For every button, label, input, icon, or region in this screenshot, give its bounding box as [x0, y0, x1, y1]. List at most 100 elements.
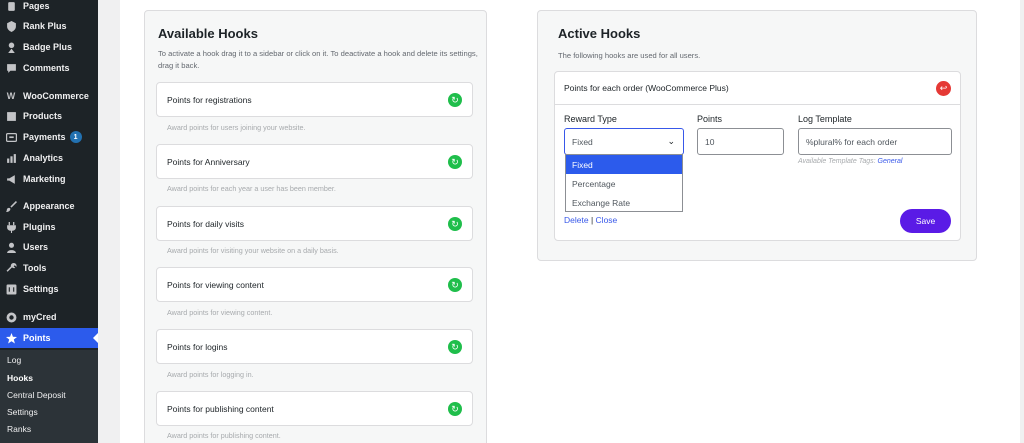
hook-item[interactable]: Points for publishing content ↻: [156, 391, 473, 426]
activate-icon[interactable]: ↻: [448, 402, 462, 416]
menu-item-appearance[interactable]: Appearance: [0, 196, 98, 216]
menu-item-plugins[interactable]: Plugins: [0, 217, 98, 237]
products-icon: [5, 110, 17, 122]
hook-label: Points for logins: [167, 341, 228, 352]
hook-item[interactable]: Points for logins ↻: [156, 329, 473, 364]
menu-label: Users: [23, 242, 49, 252]
menu-label: Tools: [23, 263, 47, 273]
submenu-log[interactable]: Log: [7, 355, 21, 365]
reward-type-dropdown: Fixed Percentage Exchange Rate: [565, 154, 683, 212]
hook-label: Points for Anniversary: [167, 156, 250, 167]
hook-item[interactable]: Points for registrations ↻: [156, 82, 473, 117]
menu-label: Badge Plus: [23, 42, 73, 52]
menu-item-points[interactable]: Points: [0, 328, 98, 348]
hook-description: Award points for users joining your webs…: [167, 123, 306, 132]
menu-item-users[interactable]: Users: [0, 237, 98, 257]
hooks-page: Available Hooks To activate a hook drag …: [120, 0, 1020, 443]
menu-item-tools[interactable]: Tools: [0, 258, 98, 278]
submenu-hooks[interactable]: Hooks: [7, 373, 33, 383]
reward-option[interactable]: Percentage: [566, 174, 682, 193]
template-tags-hint: Available Template Tags: General: [798, 158, 902, 165]
payments-icon: [5, 131, 17, 143]
hook-label: Points for publishing content: [167, 403, 274, 414]
wrench-icon: [5, 262, 17, 274]
reward-option[interactable]: Fixed: [566, 155, 682, 174]
menu-item-payments[interactable]: Payments 1: [0, 127, 98, 147]
analytics-icon: [5, 152, 17, 164]
reward-type-label: Reward Type: [564, 114, 617, 124]
menu-label: Marketing: [23, 174, 66, 184]
template-tags-prefix: Available Template Tags:: [798, 158, 878, 165]
shield-icon: [5, 20, 17, 32]
menu-item-rank-plus[interactable]: Rank Plus: [0, 16, 98, 36]
hook-description: Award points for visiting your website o…: [167, 246, 339, 255]
deactivate-icon[interactable]: ↩: [936, 81, 951, 96]
payments-count-badge: 1: [69, 131, 82, 143]
pages-icon: [5, 0, 17, 12]
available-hooks-title: Available Hooks: [158, 26, 258, 41]
menu-label: Rank Plus: [23, 21, 67, 31]
submenu-settings[interactable]: Settings: [7, 407, 38, 417]
menu-item-analytics[interactable]: Analytics: [0, 148, 98, 168]
hook-item[interactable]: Points for Anniversary ↻: [156, 144, 473, 179]
activate-icon[interactable]: ↻: [448, 155, 462, 169]
activate-icon[interactable]: ↻: [448, 93, 462, 107]
close-link[interactable]: Close: [596, 215, 618, 225]
main-content: Available Hooks To activate a hook drag …: [98, 0, 1024, 443]
menu-label: myCred: [23, 312, 57, 322]
available-hooks-panel: Available Hooks To activate a hook drag …: [144, 10, 487, 443]
hook-description: Award points for publishing content.: [167, 431, 281, 440]
hook-label: Points for registrations: [167, 94, 252, 105]
menu-item-comments[interactable]: Comments: [0, 58, 98, 78]
menu-label: Comments: [23, 63, 70, 73]
log-template-input[interactable]: %plural% for each order: [798, 128, 952, 155]
settings-icon: [5, 283, 17, 295]
menu-item-mycred[interactable]: myCred: [0, 307, 98, 327]
menu-label: Plugins: [23, 222, 56, 232]
reward-type-value: Fixed: [572, 136, 593, 147]
user-icon: [5, 241, 17, 253]
activate-icon[interactable]: ↻: [448, 340, 462, 354]
chevron-down-icon: ⌄: [667, 136, 675, 146]
active-hook-header[interactable]: Points for each order (WooCommerce Plus)…: [555, 72, 960, 105]
menu-item-products[interactable]: Products: [0, 106, 98, 126]
menu-item-marketing[interactable]: Marketing: [0, 169, 98, 189]
plugin-icon: [5, 221, 17, 233]
active-hooks-title: Active Hooks: [558, 26, 641, 41]
activate-icon[interactable]: ↻: [448, 217, 462, 231]
active-hook-title: Points for each order (WooCommerce Plus): [564, 83, 729, 93]
menu-item-settings[interactable]: Settings: [0, 279, 98, 299]
hook-item[interactable]: Points for daily visits ↻: [156, 206, 473, 241]
active-hook-card: Points for each order (WooCommerce Plus)…: [554, 71, 961, 241]
activate-icon[interactable]: ↻: [448, 278, 462, 292]
menu-item-pages[interactable]: Pages: [0, 0, 98, 16]
menu-item-badge-plus[interactable]: Badge Plus: [0, 37, 98, 57]
submenu-ranks[interactable]: Ranks: [7, 424, 31, 434]
menu-item-woocommerce[interactable]: W WooCommerce: [0, 86, 98, 106]
menu-label: WooCommerce: [23, 91, 89, 101]
comment-icon: [5, 62, 17, 74]
template-tags-general-link[interactable]: General: [878, 158, 903, 165]
hook-label: Points for viewing content: [167, 279, 264, 290]
active-hooks-description: The following hooks are used for all use…: [558, 51, 701, 60]
reward-type-select[interactable]: Fixed ⌄: [564, 128, 684, 155]
active-hooks-panel: Active Hooks The following hooks are use…: [537, 10, 977, 261]
star-icon: [5, 332, 17, 344]
hook-description: Award points for viewing content.: [167, 308, 273, 317]
menu-label: Payments: [23, 132, 66, 142]
menu-label: Products: [23, 111, 63, 121]
delete-link[interactable]: Delete: [564, 215, 589, 225]
reward-option[interactable]: Exchange Rate: [566, 193, 682, 212]
woocommerce-icon: W: [6, 91, 16, 101]
hook-description: Award points for logging in.: [167, 370, 254, 379]
points-label: Points: [697, 114, 723, 124]
menu-label: Appearance: [23, 201, 75, 211]
menu-label: Settings: [23, 284, 59, 294]
brush-icon: [5, 200, 17, 212]
points-input[interactable]: 10: [697, 128, 784, 155]
hook-item[interactable]: Points for viewing content ↻: [156, 267, 473, 302]
save-button[interactable]: Save: [900, 209, 951, 233]
menu-label: Pages: [23, 1, 50, 11]
hook-description: Award points for each year a user has be…: [167, 184, 336, 193]
submenu-central-deposit[interactable]: Central Deposit: [7, 390, 66, 400]
